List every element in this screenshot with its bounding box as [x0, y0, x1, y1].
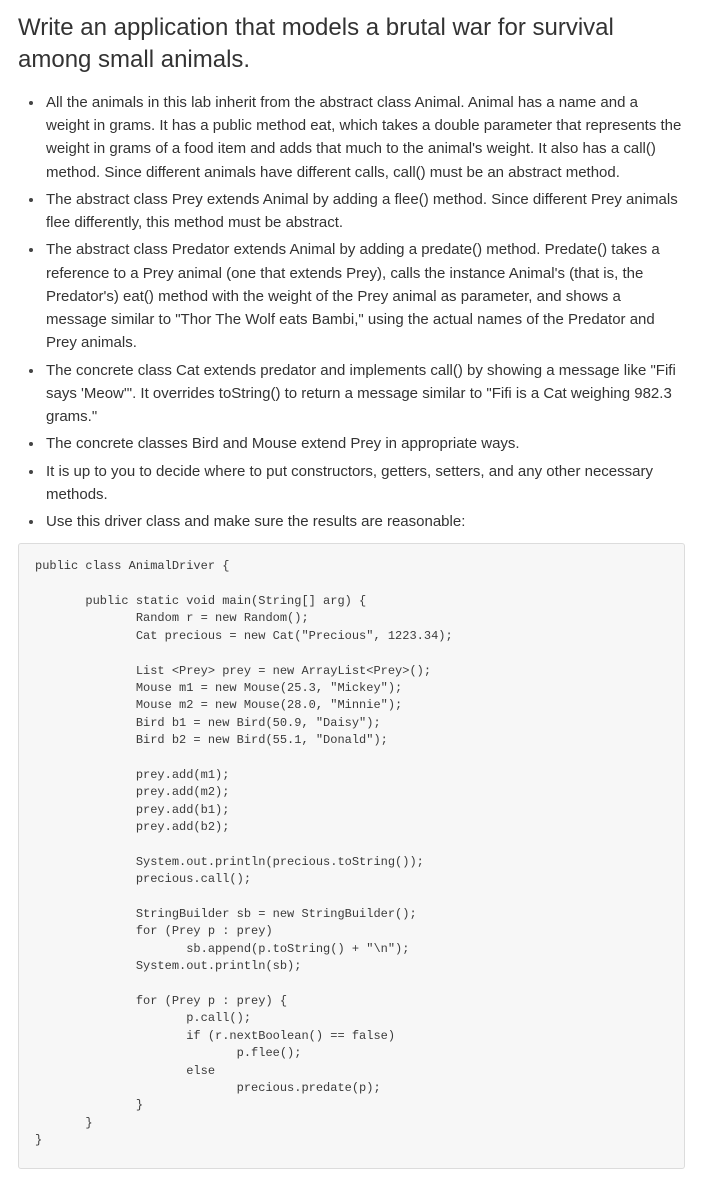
- list-item: The concrete class Cat extends predator …: [44, 359, 685, 429]
- list-item: The abstract class Prey extends Animal b…: [44, 188, 685, 235]
- list-item: Use this driver class and make sure the …: [44, 510, 685, 533]
- list-item: All the animals in this lab inherit from…: [44, 91, 685, 184]
- list-item: It is up to you to decide where to put c…: [44, 460, 685, 507]
- page-title: Write an application that models a bruta…: [18, 12, 685, 77]
- code-block: public class AnimalDriver { public stati…: [18, 543, 685, 1168]
- requirements-list: All the animals in this lab inherit from…: [18, 91, 685, 534]
- list-item: The abstract class Predator extends Anim…: [44, 238, 685, 354]
- list-item: The concrete classes Bird and Mouse exte…: [44, 432, 685, 455]
